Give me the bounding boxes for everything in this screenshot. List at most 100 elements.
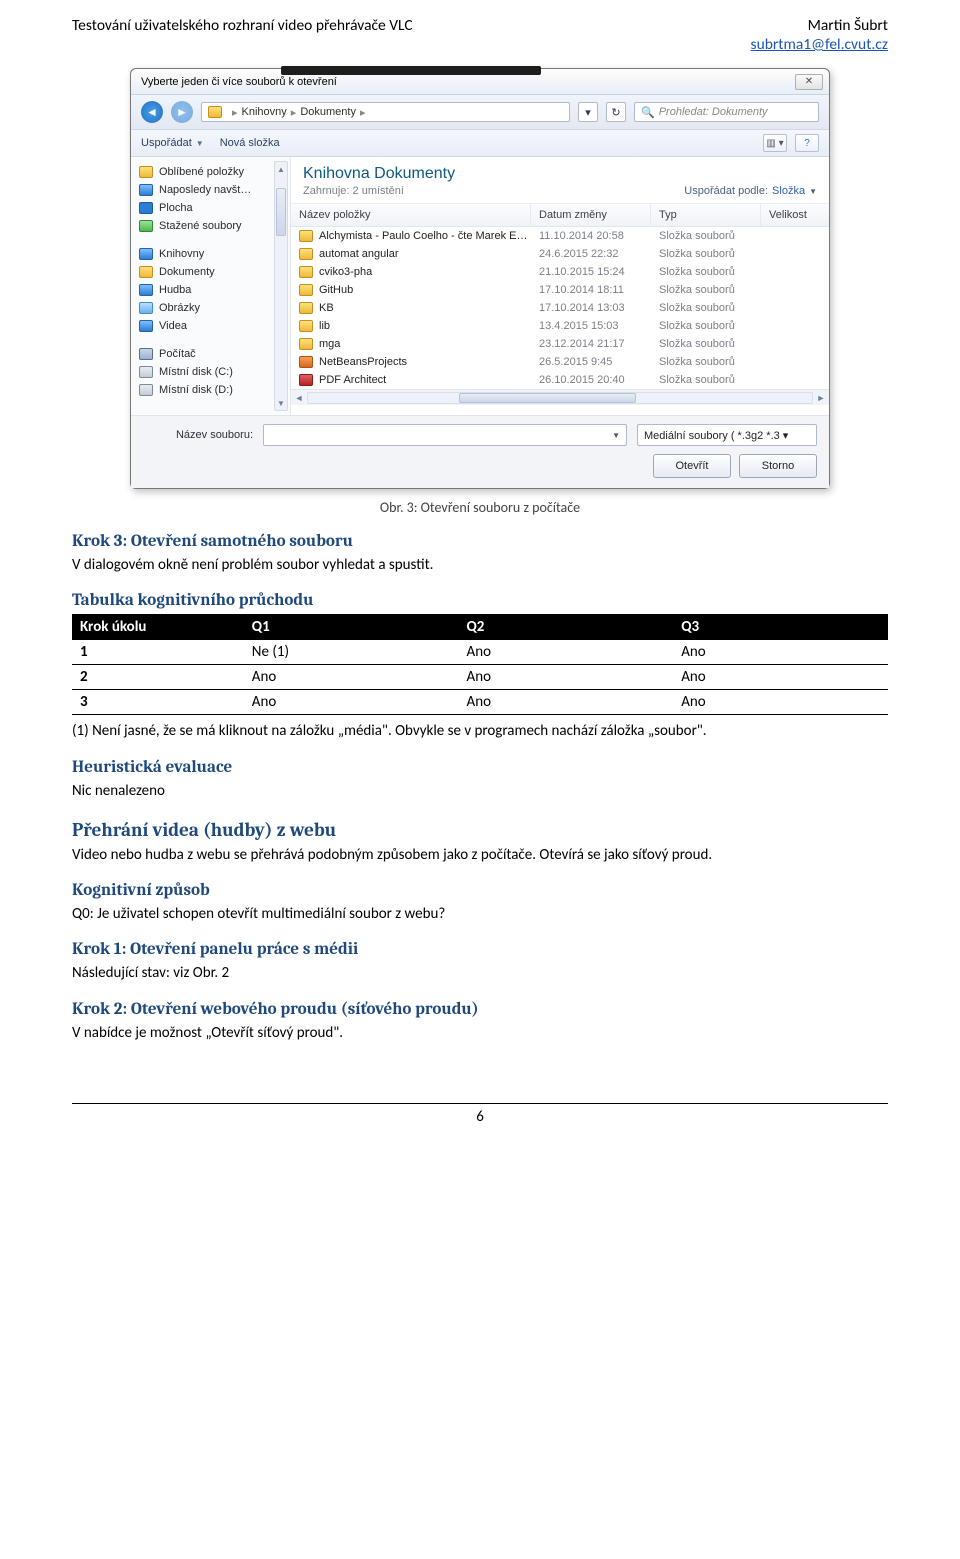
sidebar-item-music[interactable]: Hudba (139, 281, 286, 299)
author-email[interactable]: subrtma1@fel.cvut.cz (751, 35, 888, 54)
table-cell: Ano (244, 690, 459, 715)
step2-body: V nabídce je možnost „Otevřít síťový pro… (72, 1023, 888, 1043)
scroll-down-icon[interactable]: ▼ (275, 396, 287, 410)
file-size (761, 263, 829, 281)
file-date: 17.10.2014 18:11 (531, 281, 651, 299)
sidebar-item-disk-d[interactable]: Místní disk (D:) (139, 381, 286, 399)
chevron-down-icon: ▼ (612, 431, 620, 440)
close-icon[interactable]: ✕ (795, 74, 823, 90)
sidebar-item-downloads[interactable]: Stažené soubory (139, 217, 286, 235)
table-row[interactable]: cviko3-pha21.10.2015 15:24Složka souborů (291, 263, 829, 281)
file-date: 13.4.2015 15:03 (531, 317, 651, 335)
scroll-up-icon[interactable]: ▲ (275, 162, 287, 176)
page-header: Testování uživatelského rozhraní video p… (72, 0, 888, 54)
table-cell: Ano (459, 640, 674, 665)
table-row[interactable]: mga23.12.2014 21:17Složka souborů (291, 335, 829, 353)
table-row[interactable]: GitHub17.10.2014 18:11Složka souborů (291, 281, 829, 299)
col-size[interactable]: Velikost (761, 204, 829, 226)
table-row[interactable]: PDF Architect26.10.2015 20:40Složka soub… (291, 371, 829, 389)
sidebar-item-documents[interactable]: Dokumenty (139, 263, 286, 281)
file-date: 23.12.2014 21:17 (531, 335, 651, 353)
sidebar-item-disk-c[interactable]: Místní disk (C:) (139, 363, 286, 381)
table-heading: Tabulka kognitivního průchodu (72, 591, 888, 610)
view-mode-icon[interactable]: ▥ ▾ (763, 134, 787, 152)
sidebar-item-desktop[interactable]: Plocha (139, 199, 286, 217)
star-icon (139, 166, 153, 178)
col-name[interactable]: Název položky (291, 204, 531, 226)
cognitive-q0: Q0: Je uživatel schopen otevřít multimed… (72, 904, 888, 924)
breadcrumb[interactable]: ▸ Knihovny ▸ Dokumenty ▸ (201, 102, 570, 122)
scroll-left-icon[interactable]: ◄ (291, 391, 307, 405)
sidebar: Oblíbené položky Naposledy navšt… Plocha… (131, 157, 291, 415)
section-body: Video nebo hudba z webu se přehrává podo… (72, 845, 888, 865)
heuristic-heading: Heuristická evaluace (72, 758, 888, 777)
file-size (761, 335, 829, 353)
breadcrumb-root: Knihovny (242, 106, 287, 118)
file-type: Složka souborů (651, 317, 761, 335)
sidebar-item-videos[interactable]: Videa (139, 317, 286, 335)
downloads-icon (139, 220, 153, 232)
table-footnote: (1) Není jasné, že se má kliknout na zál… (72, 721, 888, 741)
help-icon[interactable]: ? (795, 134, 819, 152)
folder-icon (299, 302, 313, 314)
library-icon (139, 248, 153, 260)
scroll-right-icon[interactable]: ► (813, 391, 829, 405)
file-size (761, 371, 829, 389)
file-date: 11.10.2014 20:58 (531, 227, 651, 245)
file-type: Složka souborů (651, 227, 761, 245)
file-open-dialog: Vyberte jeden či více souborů k otevření… (130, 68, 830, 489)
table-row[interactable]: Alchymista - Paulo Coelho - čte Marek E…… (291, 227, 829, 245)
table-row[interactable]: lib13.4.2015 15:03Složka souborů (291, 317, 829, 335)
organize-menu[interactable]: Uspořádat ▼ (141, 137, 204, 149)
col-header: Q3 (673, 614, 888, 640)
file-date: 21.10.2015 15:24 (531, 263, 651, 281)
scroll-thumb[interactable] (276, 188, 286, 236)
nav-back-icon[interactable]: ◄ (141, 101, 163, 123)
chevron-right-icon: ▸ (291, 106, 297, 119)
file-name: mga (319, 338, 340, 350)
search-input[interactable]: 🔍 Prohledat: Dokumenty (634, 102, 819, 122)
folder-icon (299, 320, 313, 332)
refresh-icon[interactable]: ▾ (578, 102, 598, 122)
filename-input[interactable]: ▼ (263, 424, 627, 446)
column-headers: Název položky Datum změny Typ Velikost (291, 204, 829, 227)
breadcrumb-child: Dokumenty (300, 106, 356, 118)
search-icon: 🔍 (641, 106, 655, 119)
sidebar-scrollbar[interactable]: ▲ ▼ (274, 161, 288, 411)
table-row[interactable]: KB17.10.2014 13:03Složka souborů (291, 299, 829, 317)
file-list: Alchymista - Paulo Coelho - čte Marek E…… (291, 227, 829, 389)
table-cell: Ano (673, 690, 888, 715)
disk-icon (139, 384, 153, 396)
desktop-icon (139, 202, 153, 214)
step1-body: Následující stav: viz Obr. 2 (72, 963, 888, 983)
file-date: 26.5.2015 9:45 (531, 353, 651, 371)
sidebar-item-favorites-header[interactable]: Oblíbené položky (139, 163, 286, 181)
file-size (761, 227, 829, 245)
file-type: Složka souborů (651, 299, 761, 317)
music-icon (139, 284, 153, 296)
sidebar-item-pictures[interactable]: Obrázky (139, 299, 286, 317)
horizontal-scrollbar[interactable]: ◄ ► (291, 389, 829, 405)
nav-forward-icon[interactable]: ► (171, 101, 193, 123)
table-row[interactable]: NetBeansProjects26.5.2015 9:45Složka sou… (291, 353, 829, 371)
sidebar-item-recent[interactable]: Naposledy navšt… (139, 181, 286, 199)
file-type: Složka souborů (651, 371, 761, 389)
folder-icon (299, 374, 313, 386)
open-button[interactable]: Otevřít (653, 454, 731, 478)
file-filter-select[interactable]: Mediální soubory ( *.3g2 *.3 ▾ (637, 424, 817, 446)
sidebar-item-computer-header[interactable]: Počítač (139, 345, 286, 363)
scroll-thumb[interactable] (459, 393, 635, 403)
videos-icon (139, 320, 153, 332)
table-row[interactable]: automat angular24.6.2015 22:32Složka sou… (291, 245, 829, 263)
refresh-button[interactable]: ↻ (606, 102, 626, 122)
sidebar-item-libraries-header[interactable]: Knihovny (139, 245, 286, 263)
author-block: Martin Šubrt subrtma1@fel.cvut.cz (751, 16, 888, 54)
cancel-button[interactable]: Storno (739, 454, 817, 478)
col-date[interactable]: Datum změny (531, 204, 651, 226)
new-folder-button[interactable]: Nová složka (220, 137, 280, 149)
arrange-by[interactable]: Uspořádat podle: Složka ▼ (684, 185, 817, 197)
step3-heading: Krok 3: Otevření samotného souboru (72, 532, 888, 551)
figure-caption: Obr. 3: Otevření souboru z počítače (72, 499, 888, 516)
file-name: KB (319, 302, 334, 314)
col-type[interactable]: Typ (651, 204, 761, 226)
